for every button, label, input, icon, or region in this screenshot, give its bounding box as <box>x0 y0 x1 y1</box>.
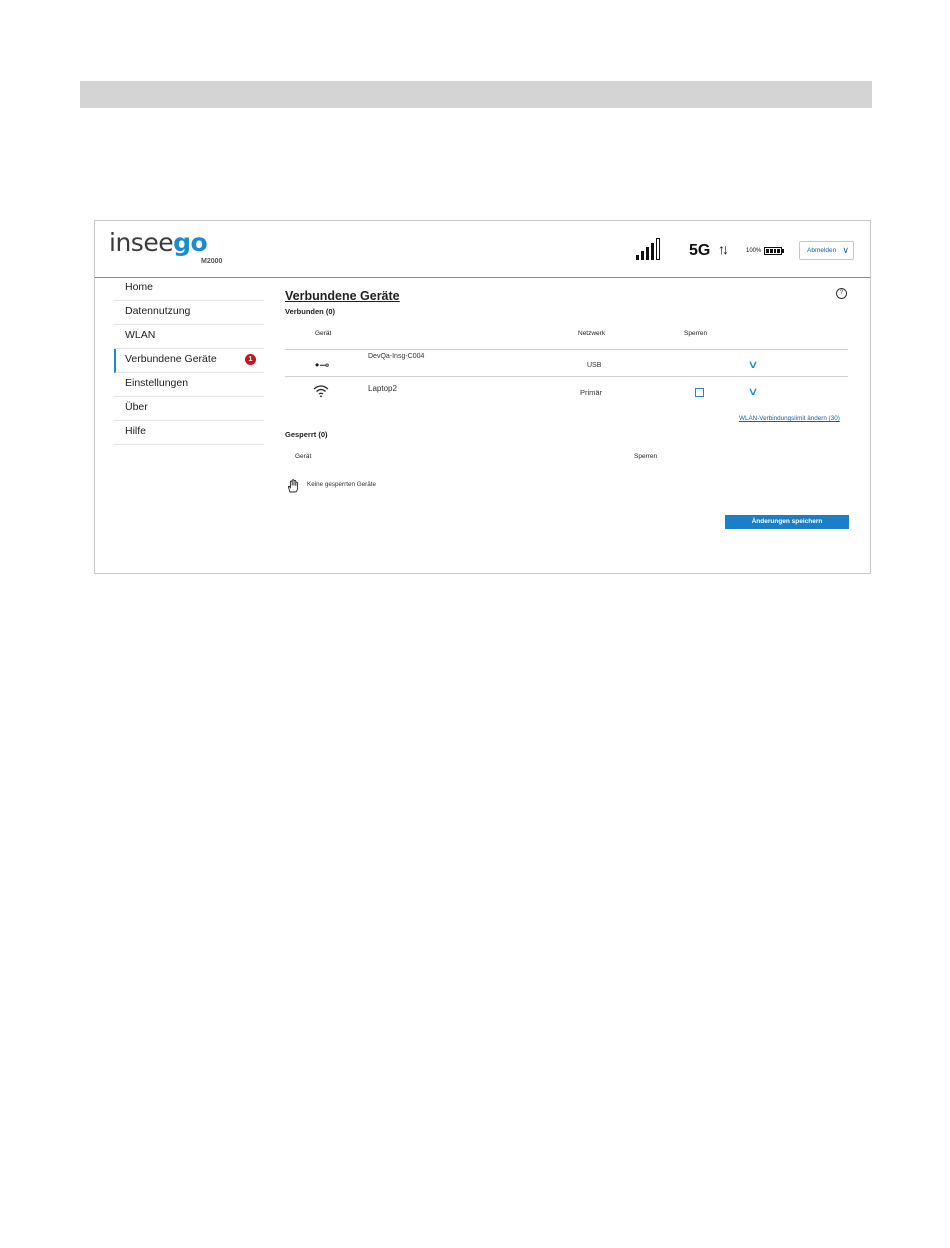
page-title: Verbundene Geräte <box>285 289 400 303</box>
save-changes-button[interactable]: Änderungen speichern <box>725 515 849 529</box>
router-admin-window: inseego M2000 5G ↑↓ 100% Abmelden ∨ Home… <box>94 220 871 574</box>
column-header-block: Sperren <box>684 330 708 337</box>
column-header-device: Gerät <box>295 453 312 460</box>
sidebar-item-einstellungen[interactable]: Einstellungen <box>114 373 264 397</box>
notification-badge: 1 <box>245 354 256 365</box>
sidebar-item-ueber[interactable]: Über <box>114 397 264 421</box>
chevron-down-icon[interactable]: ∨ <box>747 385 758 398</box>
header: inseego M2000 5G ↑↓ 100% Abmelden ∨ <box>95 221 870 278</box>
device-name: DevQa-Insg-C004 <box>368 353 425 360</box>
top-banner-bar <box>80 81 872 108</box>
block-device-checkbox[interactable] <box>695 388 704 397</box>
usb-icon: •⊸ <box>315 358 330 372</box>
data-transfer-icon: ↑↓ <box>718 241 729 257</box>
network-type-label: 5G <box>689 242 711 259</box>
help-icon[interactable]: ? <box>836 288 847 299</box>
signal-strength-icon <box>636 238 660 260</box>
sidebar-item-hilfe[interactable]: Hilfe <box>114 421 264 445</box>
wlan-connection-limit-link[interactable]: WLAN-Verbindungslimit ändern (30) <box>739 415 840 422</box>
wifi-icon <box>313 385 329 398</box>
battery-icon <box>764 247 782 255</box>
model-label: M2000 <box>201 258 223 265</box>
blocked-section-title: Gesperrt (0) <box>285 430 328 439</box>
device-name: Laptop2 <box>368 384 397 393</box>
table-divider <box>285 376 848 377</box>
sidebar-item-home[interactable]: Home <box>114 277 264 301</box>
sidebar-item-wlan[interactable]: WLAN <box>114 325 264 349</box>
logout-button[interactable]: Abmelden ∨ <box>799 241 854 260</box>
table-divider <box>285 349 848 350</box>
sidebar-nav: Home Datennutzung WLAN Verbundene Geräte… <box>114 277 264 445</box>
column-header-network: Netzwerk <box>578 330 606 337</box>
chevron-down-icon[interactable]: ∨ <box>747 358 758 371</box>
chevron-down-icon: ∨ <box>842 245 849 255</box>
sidebar-item-verbundene-geraete[interactable]: Verbundene Geräte 1 <box>114 349 264 373</box>
battery-tip <box>782 249 784 253</box>
column-header-device: Gerät <box>315 330 332 337</box>
logout-label: Abmelden <box>807 247 837 254</box>
inseego-logo: inseego <box>109 228 208 257</box>
connected-section-title: Verbunden (0) <box>285 307 336 316</box>
device-network: USB <box>587 362 602 369</box>
no-blocked-devices-text: Keine gesperrten Geräte <box>307 481 376 488</box>
device-network: Primär <box>580 388 603 397</box>
hand-icon <box>287 479 298 493</box>
sidebar-item-datennutzung[interactable]: Datennutzung <box>114 301 264 325</box>
battery-percent: 100% <box>746 248 762 254</box>
column-header-block: Sperren <box>634 453 658 460</box>
